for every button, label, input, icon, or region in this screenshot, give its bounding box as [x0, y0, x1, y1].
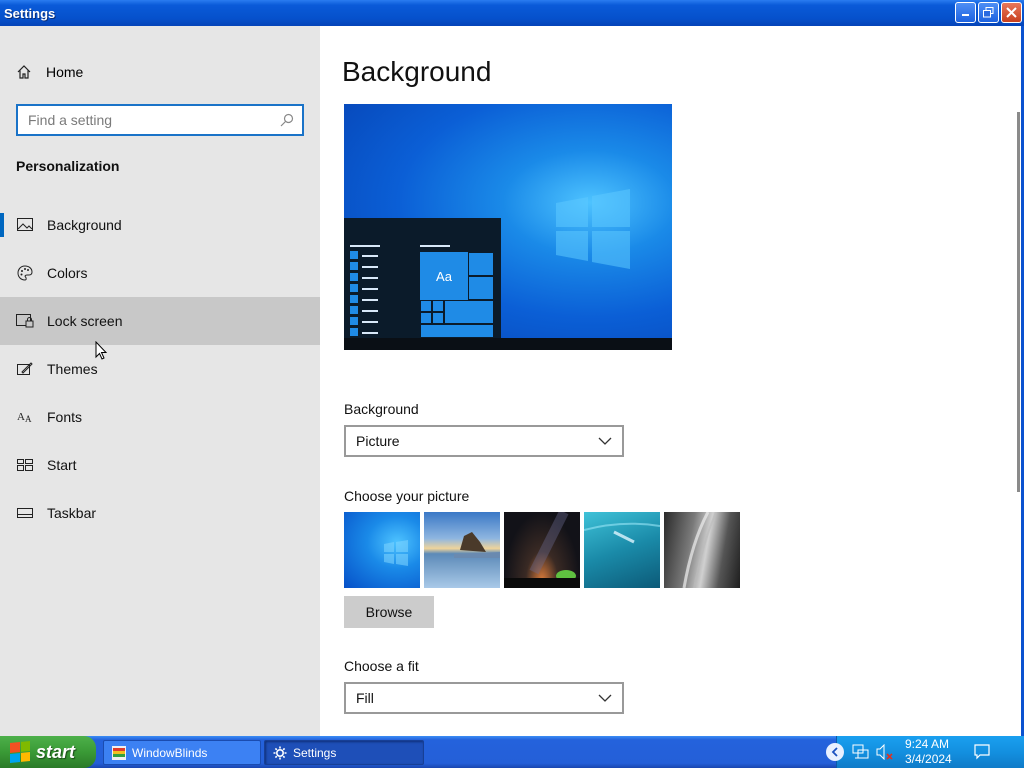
- sidebar: Home Personalization Background Colors L…: [0, 26, 320, 736]
- preview-start-menu: Aa: [344, 218, 501, 338]
- search-box[interactable]: [16, 104, 304, 136]
- fit-dropdown[interactable]: Fill: [344, 682, 624, 714]
- home-link[interactable]: Home: [16, 64, 83, 80]
- picture-thumbnail[interactable]: [344, 512, 420, 588]
- choose-fit-label: Choose a fit: [344, 658, 419, 674]
- minimize-icon: [962, 14, 969, 16]
- restore-icon: [983, 7, 994, 18]
- picture-thumbnail[interactable]: [504, 512, 580, 588]
- background-type-label: Background: [344, 401, 419, 417]
- preview-taskbar: [344, 338, 672, 350]
- gear-icon: [273, 746, 287, 759]
- background-type-value: Picture: [356, 433, 400, 449]
- picture-icon: [16, 216, 34, 234]
- sidebar-item-background[interactable]: Background: [0, 201, 320, 249]
- picture-thumbnail[interactable]: [584, 512, 660, 588]
- desktop-preview: Aa: [344, 104, 672, 350]
- chevron-left-icon: [831, 747, 838, 757]
- scrollbar[interactable]: [1017, 112, 1020, 492]
- palette-icon: [16, 264, 34, 282]
- sidebar-item-label: Lock screen: [47, 313, 123, 329]
- sidebar-item-lock-screen[interactable]: Lock screen: [0, 297, 320, 345]
- themes-icon: [16, 360, 34, 378]
- taskbar-icon: [16, 504, 34, 522]
- sidebar-item-label: Taskbar: [47, 505, 97, 521]
- restore-button[interactable]: [978, 2, 999, 23]
- volume-muted-icon[interactable]: [876, 744, 894, 760]
- sidebar-item-fonts[interactable]: AA Fonts: [0, 393, 320, 441]
- sidebar-item-label: Fonts: [47, 409, 83, 425]
- close-icon: [1006, 7, 1017, 18]
- sidebar-item-taskbar[interactable]: Taskbar: [0, 489, 320, 537]
- clock-time: 9:24 AM: [905, 737, 950, 751]
- picture-thumbnail[interactable]: [664, 512, 740, 588]
- minimize-button[interactable]: [955, 2, 976, 23]
- sidebar-item-label: Background: [47, 217, 122, 233]
- taskbar: start WindowBlinds Settings 9:24 AM 3/4/…: [0, 736, 1024, 768]
- browse-button[interactable]: Browse: [344, 596, 434, 628]
- start-icon: [16, 456, 34, 474]
- sidebar-item-colors[interactable]: Colors: [0, 249, 320, 297]
- window-title: Settings: [4, 5, 56, 21]
- notifications-icon[interactable]: [974, 744, 990, 760]
- windows-logo-icon: [556, 189, 630, 269]
- picture-thumbnails: [344, 512, 740, 588]
- page-title: Background: [342, 56, 492, 87]
- window-controls: [955, 2, 1022, 23]
- network-icon[interactable]: [852, 744, 870, 760]
- taskbar-button-windowblinds[interactable]: WindowBlinds: [103, 740, 261, 765]
- search-input[interactable]: [28, 112, 268, 128]
- preview-tile: Aa: [420, 252, 468, 300]
- search-icon[interactable]: [280, 113, 294, 127]
- task-label: WindowBlinds: [132, 745, 208, 760]
- section-title: Personalization: [16, 158, 120, 174]
- clock-date: 3/4/2024: [905, 752, 952, 766]
- choose-picture-label: Choose your picture: [344, 488, 470, 504]
- fit-value: Fill: [356, 690, 374, 706]
- background-type-dropdown[interactable]: Picture: [344, 425, 624, 457]
- start-label: start: [36, 741, 76, 762]
- svg-text:A: A: [25, 414, 32, 424]
- mouse-cursor-icon: [95, 341, 108, 360]
- start-button[interactable]: start: [0, 736, 96, 768]
- task-label: Settings: [293, 745, 337, 760]
- clock[interactable]: 9:24 AM 3/4/2024: [905, 737, 952, 767]
- close-button[interactable]: [1001, 2, 1022, 23]
- chevron-down-icon: [598, 437, 612, 445]
- lock-screen-icon: [16, 312, 34, 330]
- taskbar-button-settings[interactable]: Settings: [264, 740, 424, 765]
- chevron-down-icon: [598, 694, 612, 702]
- sidebar-item-themes[interactable]: Themes: [0, 345, 320, 393]
- title-bar: Settings: [0, 0, 1024, 26]
- fonts-icon: AA: [16, 408, 34, 426]
- sidebar-item-start[interactable]: Start: [0, 441, 320, 489]
- show-hidden-icons-button[interactable]: [826, 743, 844, 761]
- home-icon: [17, 65, 31, 79]
- sidebar-item-label: Themes: [47, 361, 98, 377]
- sidebar-item-label: Colors: [47, 265, 88, 281]
- main-content: Background Aa Background Picture Choose …: [320, 26, 1021, 736]
- sidebar-item-label: Start: [47, 457, 77, 473]
- home-label: Home: [46, 64, 84, 80]
- svg-text:A: A: [17, 411, 25, 423]
- windowblinds-icon: [112, 745, 126, 760]
- windows-flag-icon: [10, 740, 30, 764]
- picture-thumbnail[interactable]: [424, 512, 500, 588]
- sidebar-nav: Background Colors Lock screen Themes AA …: [0, 201, 320, 537]
